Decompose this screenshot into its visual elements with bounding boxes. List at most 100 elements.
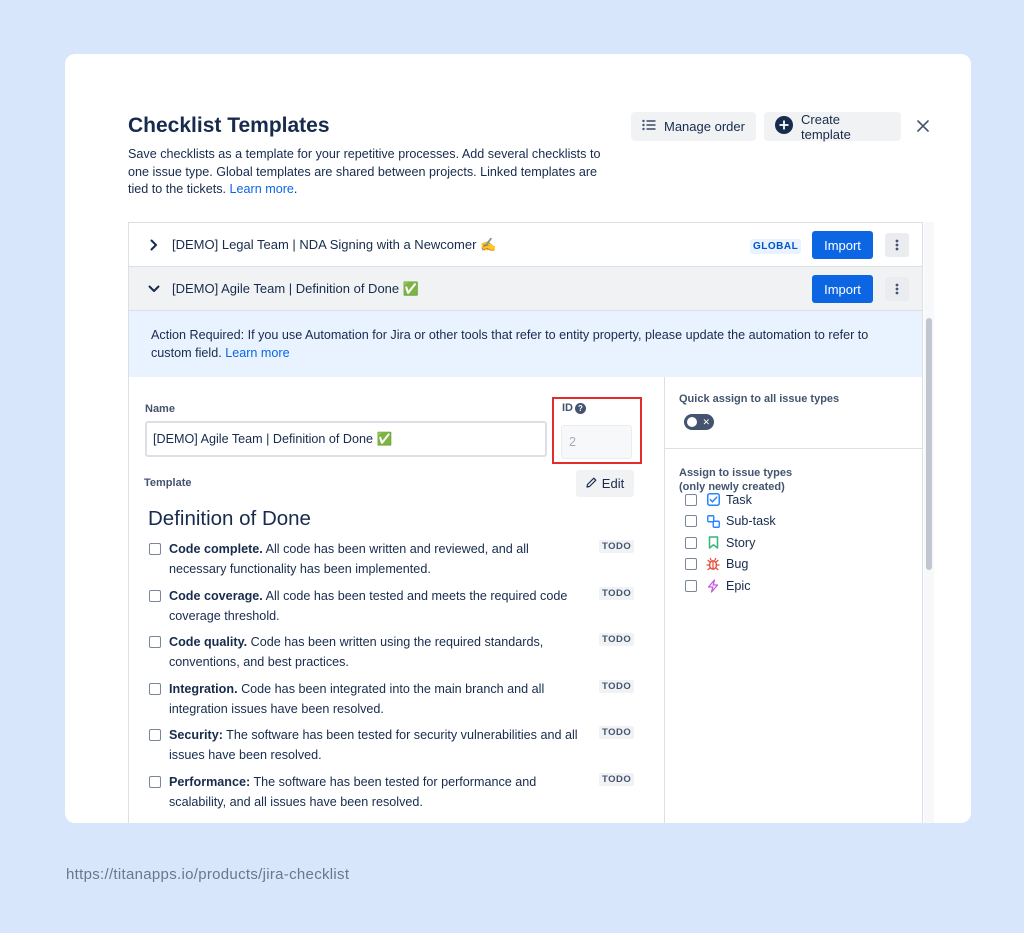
issue-type-bug[interactable]: Bug xyxy=(684,554,904,576)
checklist-heading: Definition of Done xyxy=(148,507,311,530)
import-button[interactable]: Import xyxy=(812,275,873,303)
item-text: Performance: The software has been teste… xyxy=(169,772,589,812)
issue-type-story[interactable]: Story xyxy=(684,532,904,554)
item-title: Security: xyxy=(169,728,223,742)
checklist-item: Performance: The software has been teste… xyxy=(148,772,638,819)
checklist-item: Integration. Code has been integrated in… xyxy=(148,679,638,726)
item-checkbox[interactable] xyxy=(149,729,161,741)
issue-type-label: Sub-task xyxy=(726,514,776,529)
issue-type-checkbox[interactable] xyxy=(685,579,697,592)
checklist-item: Code quality. Code has been written usin… xyxy=(148,632,638,679)
templates-panel: [DEMO] Legal Team | NDA Signing with a N… xyxy=(128,222,923,823)
create-template-label: Create template xyxy=(801,111,851,142)
id-label-text: ID xyxy=(562,402,573,414)
alert-learn-more-link[interactable]: Learn more xyxy=(225,346,289,360)
more-vertical-icon xyxy=(895,239,899,251)
chevron-down-icon[interactable] xyxy=(147,282,161,296)
id-input: 2 xyxy=(561,425,632,459)
create-template-button[interactable]: Create template xyxy=(764,111,901,142)
issue-type-checkbox[interactable] xyxy=(685,493,697,506)
template-row-agile[interactable]: [DEMO] Agile Team | Definition of Done ✅… xyxy=(129,267,922,311)
quick-assign-toggle[interactable]: ✕ xyxy=(684,414,714,430)
template-row-legal[interactable]: [DEMO] Legal Team | NDA Signing with a N… xyxy=(129,223,922,267)
pencil-icon xyxy=(586,476,597,491)
status-badge: TODO xyxy=(599,586,635,600)
story-icon xyxy=(706,536,720,550)
issue-type-label: Task xyxy=(726,492,752,507)
item-text: Integration. Code has been integrated in… xyxy=(169,679,589,719)
task-icon xyxy=(706,493,720,507)
list-icon xyxy=(642,119,656,134)
checklist-item: Code coverage. All code has been tested … xyxy=(148,586,638,633)
item-title: Code coverage. xyxy=(169,588,263,603)
item-text: Code coverage. All code has been tested … xyxy=(169,586,589,626)
checklist-item: Security: The software has been tested f… xyxy=(148,725,638,772)
status-badge: TODO xyxy=(599,679,635,693)
manage-order-button[interactable]: Manage order xyxy=(631,112,756,141)
issue-type-checkbox[interactable] xyxy=(685,536,697,549)
checklist-items: Code complete. All code has been written… xyxy=(148,539,638,818)
template-form: Name [DEMO] Agile Team | Definition of D… xyxy=(129,377,664,823)
issue-type-task[interactable]: Task xyxy=(684,489,904,511)
more-vertical-icon xyxy=(895,283,899,295)
issue-type-checkbox[interactable] xyxy=(685,515,697,528)
toggle-knob xyxy=(687,417,697,427)
issue-type-label: Bug xyxy=(726,557,749,572)
item-checkbox[interactable] xyxy=(149,543,161,555)
more-actions-button[interactable] xyxy=(885,233,909,257)
issue-type-checkbox[interactable] xyxy=(685,558,697,571)
status-badge: TODO xyxy=(599,772,635,786)
modal-title: Checklist Templates xyxy=(128,114,330,137)
issue-type-label: Story xyxy=(726,535,756,550)
checklist-item: Code complete. All code has been written… xyxy=(148,539,638,586)
item-checkbox[interactable] xyxy=(149,589,161,602)
bug-icon xyxy=(706,557,720,571)
checklist-templates-modal: Checklist Templates Save checklists as a… xyxy=(65,54,971,823)
item-checkbox[interactable] xyxy=(149,636,161,648)
item-description: The software has been tested for securit… xyxy=(169,728,578,762)
item-title: Code quality. xyxy=(169,635,248,649)
footer-url: https://titanapps.io/products/jira-check… xyxy=(66,866,350,883)
chevron-right-icon[interactable] xyxy=(147,238,161,252)
name-label: Name xyxy=(145,403,175,415)
template-label: Template xyxy=(144,477,192,489)
name-input[interactable]: [DEMO] Agile Team | Definition of Done ✅ xyxy=(145,421,547,457)
panel-scrollbar[interactable] xyxy=(924,222,934,823)
item-text: Code quality. Code has been written usin… xyxy=(169,632,589,672)
more-actions-button[interactable] xyxy=(885,277,909,301)
edit-label: Edit xyxy=(601,476,625,491)
status-badge: TODO xyxy=(599,633,635,646)
item-title: Performance: xyxy=(169,774,251,789)
learn-more-link[interactable]: Learn more xyxy=(230,182,294,196)
item-title: Integration. xyxy=(169,681,238,696)
close-icon[interactable] xyxy=(913,116,933,136)
item-title: Code complete. xyxy=(169,542,263,556)
scrollbar-thumb[interactable] xyxy=(926,318,932,570)
issue-type-subtask[interactable]: Sub-task xyxy=(684,511,904,533)
issue-type-label: Epic xyxy=(726,578,751,593)
template-title: [DEMO] Agile Team | Definition of Done ✅ xyxy=(172,280,419,296)
issue-type-list: Task Sub-task Story Bug Epic xyxy=(684,489,904,597)
global-badge: GLOBAL xyxy=(750,239,802,254)
modal-description: Save checklists as a template for your r… xyxy=(128,147,601,196)
quick-assign-label: Quick assign to all issue types xyxy=(679,393,840,405)
issue-type-assignment: Quick assign to all issue types ✕ Assign… xyxy=(664,377,922,823)
help-icon[interactable]: ? xyxy=(575,402,586,414)
item-checkbox[interactable] xyxy=(149,775,161,788)
status-badge: TODO xyxy=(599,726,635,739)
import-button[interactable]: Import xyxy=(812,231,873,259)
item-checkbox[interactable] xyxy=(149,682,161,695)
id-label: ID ? xyxy=(562,402,586,414)
id-field-highlight: ID ? 2 xyxy=(552,397,642,464)
assign-label-line1: Assign to issue types xyxy=(679,467,793,479)
manage-order-label: Manage order xyxy=(664,119,745,134)
item-text: Security: The software has been tested f… xyxy=(169,725,589,765)
edit-button[interactable]: Edit xyxy=(576,470,634,497)
template-title: [DEMO] Legal Team | NDA Signing with a N… xyxy=(172,236,497,252)
status-badge: TODO xyxy=(599,540,635,553)
issue-type-epic[interactable]: Epic xyxy=(684,575,904,597)
item-text: Code complete. All code has been written… xyxy=(169,539,589,579)
toggle-off-icon: ✕ xyxy=(702,417,710,427)
quick-assign-section: Quick assign to all issue types ✕ xyxy=(665,377,922,449)
action-required-alert: Action Required: If you use Automation f… xyxy=(129,311,922,377)
